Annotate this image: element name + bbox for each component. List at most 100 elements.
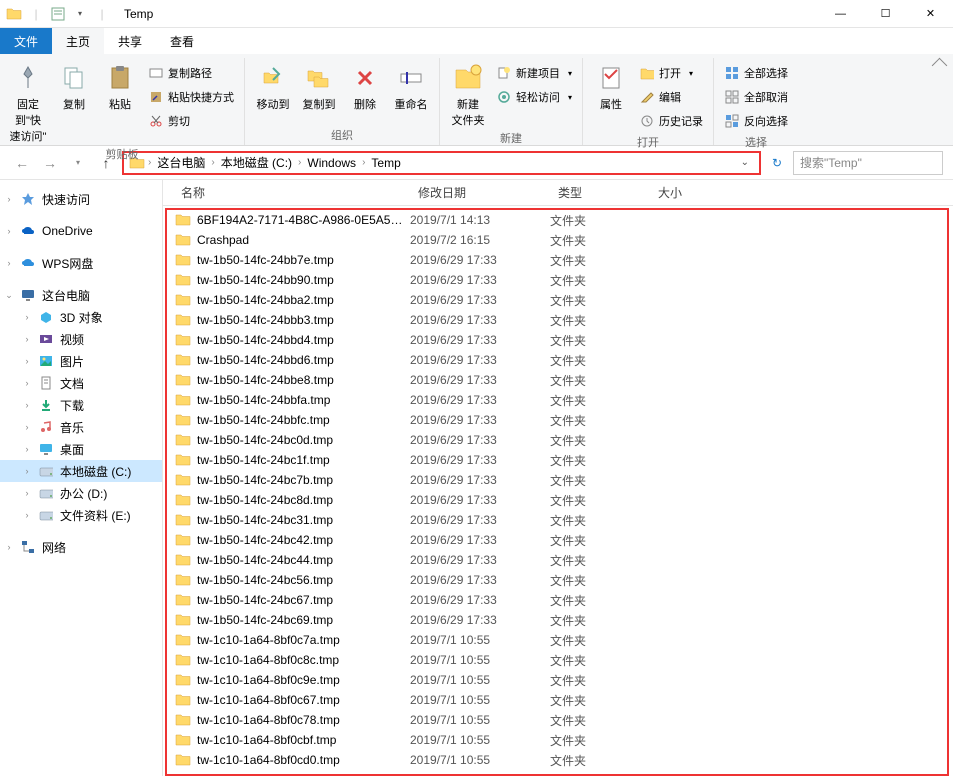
file-row[interactable]: tw-1b50-14fc-24bbfa.tmp2019/6/29 17:33文件… — [167, 390, 947, 410]
select-none-button[interactable]: 全部取消 — [720, 86, 792, 108]
file-row[interactable]: tw-1b50-14fc-24bc1f.tmp2019/6/29 17:33文件… — [167, 450, 947, 470]
chevron-right-icon[interactable]: › — [22, 356, 32, 366]
file-row[interactable]: tw-1b50-14fc-24bc56.tmp2019/6/29 17:33文件… — [167, 570, 947, 590]
chevron-down-icon[interactable]: ⌄ — [735, 157, 755, 168]
chevron-right-icon[interactable]: › — [22, 488, 32, 498]
chevron-right-icon[interactable]: › — [22, 422, 32, 432]
chevron-right-icon[interactable]: › — [362, 157, 365, 168]
chevron-down-icon[interactable]: ⌄ — [4, 290, 14, 301]
close-button[interactable]: ✕ — [908, 0, 953, 28]
sidebar-item-quick-access[interactable]: › 快速访问 — [0, 188, 162, 210]
easy-access-button[interactable]: 轻松访问▾ — [492, 86, 576, 108]
refresh-button[interactable]: ↻ — [765, 151, 789, 175]
chevron-right-icon[interactable]: › — [22, 312, 32, 322]
sidebar-item-pc-child[interactable]: ›音乐 — [0, 416, 162, 438]
sidebar-item-wps[interactable]: › WPS网盘 — [0, 252, 162, 274]
paste-button[interactable]: 粘贴 — [98, 58, 142, 112]
file-row[interactable]: Crashpad2019/7/2 16:15文件夹 — [167, 230, 947, 250]
file-row[interactable]: tw-1b50-14fc-24bc7b.tmp2019/6/29 17:33文件… — [167, 470, 947, 490]
file-row[interactable]: tw-1b50-14fc-24bb7e.tmp2019/6/29 17:33文件… — [167, 250, 947, 270]
file-row[interactable]: tw-1b50-14fc-24bc69.tmp2019/6/29 17:33文件… — [167, 610, 947, 630]
chevron-right-icon[interactable]: › — [4, 542, 14, 552]
breadcrumb-item[interactable]: Temp — [367, 156, 404, 170]
file-list[interactable]: 6BF194A2-7171-4B8C-A986-0E5A5AE...2019/7… — [165, 208, 949, 776]
chevron-right-icon[interactable]: › — [22, 378, 32, 388]
open-button[interactable]: 打开▾ — [635, 62, 707, 84]
minimize-button[interactable]: — — [818, 0, 863, 28]
sidebar-item-pc-child[interactable]: ›办公 (D:) — [0, 482, 162, 504]
file-row[interactable]: tw-1b50-14fc-24bbb3.tmp2019/6/29 17:33文件… — [167, 310, 947, 330]
move-to-button[interactable]: 移动到 — [251, 58, 295, 112]
file-row[interactable]: tw-1c10-1a64-8bf0c7a.tmp2019/7/1 10:55文件… — [167, 630, 947, 650]
file-row[interactable]: tw-1b50-14fc-24bc8d.tmp2019/6/29 17:33文件… — [167, 490, 947, 510]
file-row[interactable]: tw-1c10-1a64-8bf0c67.tmp2019/7/1 10:55文件… — [167, 690, 947, 710]
invert-selection-button[interactable]: 反向选择 — [720, 110, 792, 132]
file-row[interactable]: tw-1b50-14fc-24bbe8.tmp2019/6/29 17:33文件… — [167, 370, 947, 390]
file-row[interactable]: tw-1b50-14fc-24bbd4.tmp2019/6/29 17:33文件… — [167, 330, 947, 350]
breadcrumb-item[interactable]: Windows — [303, 156, 360, 170]
column-header-date[interactable]: 修改日期 — [410, 184, 550, 201]
pin-to-quick-access-button[interactable]: 固定到"快 速访问" — [6, 58, 50, 144]
file-row[interactable]: tw-1c10-1a64-8bf0cd0.tmp2019/7/1 10:55文件… — [167, 750, 947, 770]
file-row[interactable]: 6BF194A2-7171-4B8C-A986-0E5A5AE...2019/7… — [167, 210, 947, 230]
chevron-right-icon[interactable]: › — [4, 226, 14, 236]
chevron-right-icon[interactable]: › — [4, 194, 14, 204]
file-row[interactable]: tw-1b50-14fc-24bc31.tmp2019/6/29 17:33文件… — [167, 510, 947, 530]
sidebar-item-this-pc[interactable]: ⌄ 这台电脑 — [0, 284, 162, 306]
history-button[interactable]: 历史记录 — [635, 110, 707, 132]
file-row[interactable]: tw-1b50-14fc-24bbfc.tmp2019/6/29 17:33文件… — [167, 410, 947, 430]
file-row[interactable]: tw-1c10-1a64-8bf0c8c.tmp2019/7/1 10:55文件… — [167, 650, 947, 670]
file-row[interactable]: tw-1b50-14fc-24bbd6.tmp2019/6/29 17:33文件… — [167, 350, 947, 370]
maximize-button[interactable]: ☐ — [863, 0, 908, 28]
sidebar-item-network[interactable]: › 网络 — [0, 536, 162, 558]
sidebar-item-pc-child[interactable]: ›桌面 — [0, 438, 162, 460]
tab-home[interactable]: 主页 — [52, 28, 104, 54]
file-row[interactable]: tw-1b50-14fc-24bc67.tmp2019/6/29 17:33文件… — [167, 590, 947, 610]
new-item-button[interactable]: 新建项目▾ — [492, 62, 576, 84]
chevron-right-icon[interactable]: › — [298, 157, 301, 168]
file-row[interactable]: tw-1b50-14fc-24bb90.tmp2019/6/29 17:33文件… — [167, 270, 947, 290]
copy-button[interactable]: 复制 — [52, 58, 96, 112]
sidebar-item-pc-child[interactable]: ›3D 对象 — [0, 306, 162, 328]
tab-view[interactable]: 查看 — [156, 28, 208, 54]
sidebar-item-pc-child[interactable]: ›下载 — [0, 394, 162, 416]
select-all-button[interactable]: 全部选择 — [720, 62, 792, 84]
tab-share[interactable]: 共享 — [104, 28, 156, 54]
delete-button[interactable]: 删除 — [343, 58, 387, 112]
sidebar-item-pc-child[interactable]: ›图片 — [0, 350, 162, 372]
tab-file[interactable]: 文件 — [0, 28, 52, 54]
properties-button[interactable]: 属性 — [589, 58, 633, 112]
copy-to-button[interactable]: 复制到 — [297, 58, 341, 112]
sidebar-item-pc-child[interactable]: ›本地磁盘 (C:) — [0, 460, 162, 482]
edit-button[interactable]: 编辑 — [635, 86, 707, 108]
chevron-right-icon[interactable]: › — [22, 400, 32, 410]
file-row[interactable]: tw-1b50-14fc-24bc0d.tmp2019/6/29 17:33文件… — [167, 430, 947, 450]
file-row[interactable]: tw-1b50-14fc-24bc44.tmp2019/6/29 17:33文件… — [167, 550, 947, 570]
column-header-size[interactable]: 大小 — [650, 184, 730, 201]
file-row[interactable]: tw-1b50-14fc-24bc42.tmp2019/6/29 17:33文件… — [167, 530, 947, 550]
new-folder-button[interactable]: 新建 文件夹 — [446, 58, 490, 128]
file-row[interactable]: tw-1c10-1a64-8bf0c78.tmp2019/7/1 10:55文件… — [167, 710, 947, 730]
properties-icon[interactable] — [48, 4, 68, 24]
search-input[interactable]: 搜索"Temp" — [793, 151, 943, 175]
sidebar-item-pc-child[interactable]: ›文件资料 (E:) — [0, 504, 162, 526]
sidebar-item-pc-child[interactable]: ›视频 — [0, 328, 162, 350]
paste-shortcut-button[interactable]: 粘贴快捷方式 — [144, 86, 238, 108]
file-row[interactable]: tw-1b50-14fc-24bba2.tmp2019/6/29 17:33文件… — [167, 290, 947, 310]
chevron-right-icon[interactable]: › — [22, 334, 32, 344]
copy-path-button[interactable]: 复制路径 — [144, 62, 238, 84]
file-row[interactable]: tw-1c10-1a64-8bf0c9e.tmp2019/7/1 10:55文件… — [167, 670, 947, 690]
file-date: 2019/6/29 17:33 — [410, 373, 550, 387]
sidebar-item-pc-child[interactable]: ›文档 — [0, 372, 162, 394]
column-header-name[interactable]: 名称 — [173, 184, 410, 201]
rename-button[interactable]: 重命名 — [389, 58, 433, 112]
chevron-right-icon[interactable]: › — [22, 510, 32, 520]
chevron-right-icon[interactable]: › — [22, 466, 32, 476]
qat-dropdown-icon[interactable]: ▾ — [70, 4, 90, 24]
chevron-right-icon[interactable]: › — [4, 258, 14, 268]
cut-button[interactable]: 剪切 — [144, 110, 238, 132]
chevron-right-icon[interactable]: › — [22, 444, 32, 454]
file-row[interactable]: tw-1c10-1a64-8bf0cbf.tmp2019/7/1 10:55文件… — [167, 730, 947, 750]
column-header-type[interactable]: 类型 — [550, 184, 650, 201]
sidebar-item-onedrive[interactable]: › OneDrive — [0, 220, 162, 242]
